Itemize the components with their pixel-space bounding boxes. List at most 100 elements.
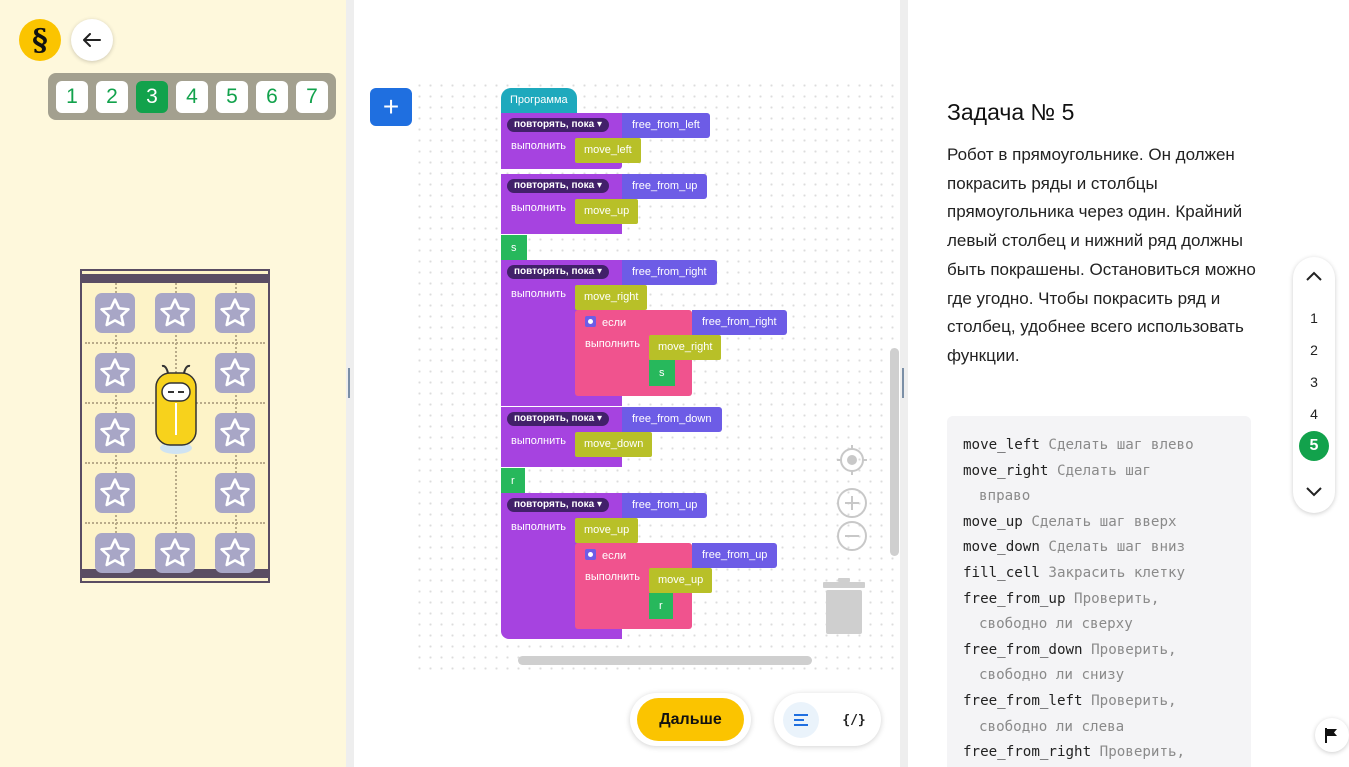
level-button-7[interactable]: 7 — [296, 80, 328, 113]
api-description: свободно ли снизу — [979, 667, 1125, 684]
api-description: Сделать шаг вверх — [1031, 513, 1177, 530]
do-label: выполнить — [585, 338, 640, 350]
condition-block[interactable]: free_from_up — [692, 543, 778, 568]
blocks-view-button[interactable] — [783, 702, 819, 738]
api-line: free_from_down Проверить, — [963, 638, 1251, 664]
star-cell — [155, 293, 195, 333]
condition-block[interactable]: free_from_right — [692, 310, 787, 335]
api-description: Проверить, — [1091, 641, 1177, 658]
grid-line — [85, 522, 265, 524]
star-cell — [215, 353, 255, 393]
action-block[interactable]: move_down — [575, 432, 653, 457]
level-button-2[interactable]: 2 — [96, 80, 128, 113]
zoom-in-icon[interactable] — [836, 487, 868, 519]
text-lines-icon — [794, 714, 808, 726]
loop-label: повторять, пока ▾ — [507, 179, 609, 193]
api-function-name: free_from_up — [963, 590, 1066, 607]
logo[interactable]: § — [19, 19, 61, 61]
loop-label: повторять, пока ▾ — [507, 412, 609, 426]
star-icon — [100, 418, 130, 447]
star-cell — [215, 413, 255, 453]
game-board — [80, 269, 270, 583]
task-panel: Задача № 5 Робот в прямоугольнике. Он до… — [908, 0, 1349, 767]
level-button-6[interactable]: 6 — [256, 80, 288, 113]
zoom-out-icon[interactable] — [836, 520, 868, 552]
api-line: free_from_up Проверить, — [963, 587, 1251, 613]
do-label: выполнить — [511, 202, 566, 214]
if-label: если — [585, 549, 626, 562]
task-nav-item-1[interactable]: 1 — [1299, 303, 1329, 333]
action-block[interactable]: move_right — [649, 335, 722, 360]
gear-icon[interactable] — [585, 549, 596, 560]
gear-icon[interactable] — [585, 316, 596, 327]
do-label: выполнить — [585, 571, 640, 583]
star-cell — [95, 473, 135, 513]
block-workspace[interactable]: + Программа повторять, пока ▾ free_from_… — [354, 0, 900, 767]
function-call-block[interactable]: s — [501, 235, 527, 261]
program-start-block[interactable]: Программа — [501, 88, 577, 113]
condition-block[interactable]: free_from_down — [622, 407, 722, 432]
action-block[interactable]: move_up — [575, 199, 639, 224]
api-reference: move_left Сделать шаг влево move_right Сд… — [947, 416, 1251, 767]
vertical-scrollbar[interactable] — [890, 348, 899, 556]
api-function-name: move_up — [963, 513, 1023, 530]
api-line: free_from_right Проверить, — [963, 740, 1251, 766]
target-icon[interactable] — [836, 444, 868, 476]
right-resize-handle[interactable] — [900, 0, 908, 767]
api-description: Сделать шаг влево — [1048, 437, 1194, 453]
api-line: свободно ли сверху — [963, 612, 1251, 638]
action-block[interactable]: move_left — [575, 138, 641, 163]
horizontal-scrollbar[interactable] — [518, 656, 812, 665]
level-button-3[interactable]: 3 — [136, 80, 168, 113]
task-nav-item-5[interactable]: 5 — [1299, 431, 1329, 461]
task-title: Задача № 5 — [947, 99, 1075, 125]
task-nav-item-3[interactable]: 3 — [1299, 367, 1329, 397]
condition-block[interactable]: free_from_right — [622, 260, 717, 285]
api-description: Сделать шаг — [1056, 462, 1151, 479]
task-nav-item-2[interactable]: 2 — [1299, 335, 1329, 365]
condition-block[interactable]: free_from_up — [622, 493, 708, 518]
api-line: вправо — [963, 484, 1251, 510]
action-block[interactable]: move_up — [649, 568, 713, 593]
star-icon — [220, 538, 250, 567]
star-icon — [220, 478, 250, 507]
star-cell — [155, 533, 195, 573]
action-block[interactable]: move_right — [575, 285, 648, 310]
game-panel: § 1234567 — [0, 0, 346, 767]
function-call-block[interactable]: r — [501, 468, 525, 494]
level-button-1[interactable]: 1 — [56, 80, 88, 113]
function-call-block[interactable]: r — [649, 593, 673, 619]
task-description: Робот в прямоугольнике. Он должен покрас… — [947, 145, 1256, 365]
api-line: move_up Сделать шаг вверх — [963, 510, 1251, 536]
api-description: Проверить, — [1091, 692, 1177, 709]
robot — [152, 363, 200, 459]
condition-block[interactable]: free_from_up — [622, 174, 708, 199]
loop-label: повторять, пока ▾ — [507, 118, 609, 132]
action-block[interactable]: move_up — [575, 518, 639, 543]
api-line: move_down Сделать шаг вниз — [963, 535, 1251, 561]
api-function-name: move_down — [963, 539, 1040, 556]
function-call-block[interactable]: s — [649, 360, 675, 386]
chevron-down-icon[interactable] — [1293, 475, 1335, 509]
loop-label: повторять, пока ▾ — [507, 265, 609, 279]
star-cell — [95, 293, 135, 333]
code-view-button[interactable]: {/} — [836, 702, 872, 738]
level-button-5[interactable]: 5 — [216, 80, 248, 113]
add-block-button[interactable]: + — [370, 88, 412, 126]
left-resize-handle[interactable] — [346, 0, 354, 767]
star-icon — [220, 298, 250, 327]
next-button[interactable]: Дальше — [630, 693, 751, 746]
trash-icon[interactable] — [822, 576, 866, 636]
api-description: Проверить, — [1074, 590, 1160, 607]
api-description: вправо — [979, 488, 1031, 505]
task-nav-item-4[interactable]: 4 — [1299, 399, 1329, 429]
api-function-name: move_left — [963, 437, 1040, 453]
star-cell — [215, 473, 255, 513]
chevron-up-icon[interactable] — [1293, 259, 1335, 293]
level-button-4[interactable]: 4 — [176, 80, 208, 113]
back-button[interactable] — [71, 19, 113, 61]
flag-icon[interactable] — [1315, 718, 1349, 752]
condition-block[interactable]: free_from_left — [622, 113, 710, 138]
star-cell — [95, 533, 135, 573]
api-function-name: free_from_left — [963, 692, 1083, 709]
